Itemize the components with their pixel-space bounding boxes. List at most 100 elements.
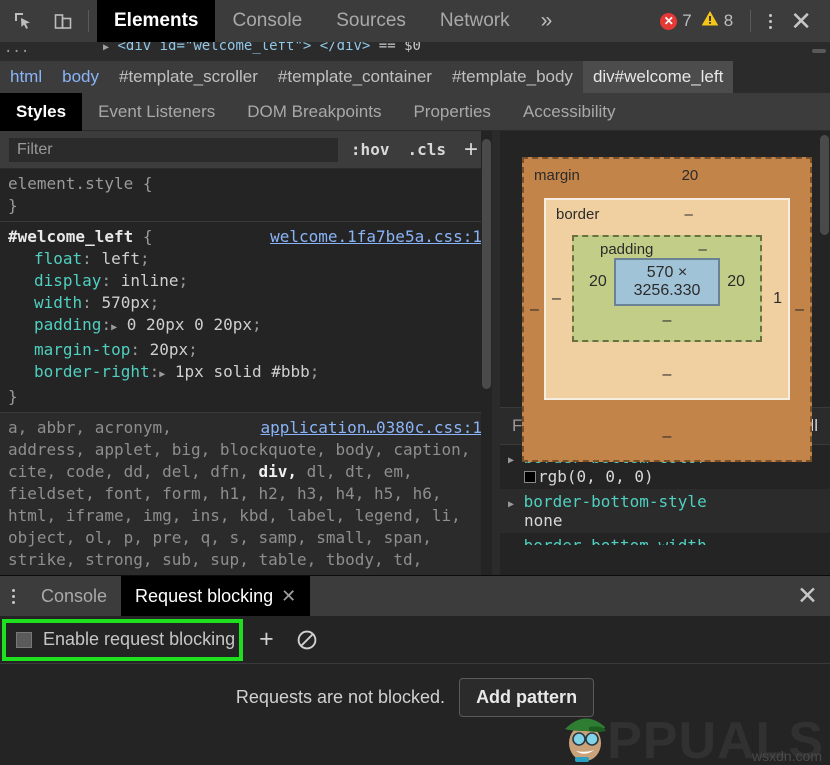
tab-dom-breakpoints[interactable]: DOM Breakpoints (231, 93, 397, 131)
css-selector-line[interactable]: cite, code, dd, del, dfn, div, dl, dt, e… (8, 461, 492, 483)
warning-count-badge[interactable]: 8 (701, 10, 733, 32)
breadcrumb-item-template-scroller[interactable]: #template_scroller (109, 61, 268, 93)
css-selector[interactable]: element.style (8, 174, 133, 193)
css-selector-line[interactable]: object, ol, p, pre, q, s, samp, small, s… (8, 527, 492, 549)
css-property-name[interactable]: display (34, 271, 101, 290)
tab-console[interactable]: Console (215, 0, 319, 42)
css-selector-line[interactable]: strike, strong, sub, sup, table, tbody, … (8, 549, 492, 571)
tab-network[interactable]: Network (423, 0, 527, 42)
tab-properties[interactable]: Properties (397, 93, 506, 131)
box-model-padding-left[interactable]: 20 (582, 273, 614, 291)
css-declaration[interactable]: border-right:▶ 1px solid #bbb; (8, 361, 492, 386)
css-property-name[interactable]: margin-top (34, 340, 130, 359)
drawer-tab-request-blocking[interactable]: Request blocking ✕ (121, 576, 310, 616)
inspect-element-icon[interactable] (6, 4, 40, 38)
box-model-border-top[interactable]: – (599, 206, 778, 223)
computed-scrollbar-thumb[interactable] (820, 135, 829, 235)
settings-kebab-icon[interactable] (759, 14, 782, 29)
box-model-border-right[interactable]: 1 (773, 290, 782, 308)
expand-triangle-icon[interactable]: ▶ (103, 42, 109, 53)
css-declaration[interactable]: width: 570px; (8, 292, 492, 314)
tab-styles[interactable]: Styles (0, 93, 82, 131)
tab-accessibility[interactable]: Accessibility (507, 93, 632, 131)
box-model-margin-left[interactable]: – (530, 301, 539, 319)
box-model-border-bottom[interactable]: – (556, 360, 778, 384)
css-property-value[interactable]: inline (121, 271, 179, 290)
css-property-value[interactable]: left (101, 249, 140, 268)
expand-triangle-icon[interactable]: ▶ (508, 455, 514, 466)
box-model-margin-right[interactable]: – (795, 301, 804, 319)
css-rule-reset[interactable]: application…0380c.css:1 a, abbr, acronym… (0, 412, 492, 575)
tab-event-listeners[interactable]: Event Listeners (82, 93, 231, 131)
css-property-value[interactable]: 20px (150, 340, 189, 359)
tab-elements[interactable]: Elements (97, 0, 215, 42)
box-model-margin-bottom[interactable]: – (534, 422, 800, 446)
box-model-padding-right[interactable]: 20 (720, 273, 752, 291)
color-swatch[interactable] (524, 471, 536, 483)
computed-property[interactable]: ▶ border-bottom-style none (500, 489, 830, 533)
css-selector-line[interactable]: address, applet, big, blockquote, body, … (8, 439, 492, 461)
enable-request-blocking-checkbox[interactable] (16, 632, 32, 648)
box-model-padding-top[interactable]: – (653, 241, 752, 258)
dom-scrollbar[interactable] (812, 49, 826, 53)
css-source-link[interactable]: welcome.1fa7be5a.css:1 (270, 226, 482, 248)
drawer-close-icon[interactable]: ✕ (785, 581, 830, 611)
box-model-margin[interactable]: margin 20 – – border – – 1 padding – (522, 157, 812, 462)
breadcrumb-item-html[interactable]: html (0, 61, 52, 93)
css-property-name[interactable]: width (34, 293, 82, 312)
css-selector-line[interactable]: html, iframe, img, ins, kbd, label, lege… (8, 505, 492, 527)
box-model-margin-top[interactable]: 20 (580, 167, 800, 184)
styles-filter-input[interactable]: Filter (8, 137, 339, 163)
box-model-padding[interactable]: padding – 20 570 × 3256.330 20 – (572, 235, 762, 342)
css-declaration[interactable]: float: left; (8, 248, 492, 270)
box-model-border-left[interactable]: – (552, 290, 561, 308)
breadcrumb-item-body[interactable]: body (52, 61, 109, 93)
drawer-tab-console[interactable]: Console (27, 576, 121, 616)
styles-scrollbar-thumb[interactable] (482, 139, 491, 389)
css-property-value[interactable]: 1px solid #bbb (175, 362, 310, 381)
css-declaration[interactable]: display: inline; (8, 270, 492, 292)
breadcrumb-item-template-container[interactable]: #template_container (268, 61, 442, 93)
css-rules-list: element.style { } #welcome_left { welcom… (0, 169, 492, 575)
pane-splitter[interactable] (492, 131, 500, 575)
css-declaration[interactable]: padding:▶ 0 20px 0 20px; (8, 314, 492, 339)
css-property-value[interactable]: 570px (101, 293, 149, 312)
css-source-link[interactable]: application…0380c.css:1 (260, 417, 482, 439)
expand-shorthand-icon[interactable]: ▶ (159, 369, 165, 380)
box-model-padding-bottom[interactable]: – (582, 306, 752, 330)
css-rule-welcome-left[interactable]: #welcome_left { welcome.1fa7be5a.css:1 f… (0, 221, 492, 412)
drawer-menu-icon[interactable] (0, 589, 27, 604)
hov-toggle-button[interactable]: :hov (345, 140, 396, 159)
error-count-badge[interactable]: ✕ 7 (660, 11, 691, 31)
tab-sources[interactable]: Sources (319, 0, 423, 42)
expand-triangle-icon[interactable]: ▶ (508, 543, 514, 545)
box-model-border[interactable]: border – – 1 padding – 20 570 × 3256.330 (544, 198, 790, 400)
css-selector-line[interactable]: fieldset, font, form, h1, h2, h3, h4, h5… (8, 483, 492, 505)
dom-selected-node[interactable]: ▶ <div id="welcome_left"> </div> == $0 (103, 42, 421, 54)
box-model-content-size[interactable]: 570 × 3256.330 (614, 258, 720, 306)
css-rule-element-style[interactable]: element.style { } (0, 169, 492, 221)
drawer-tab-bar: Console Request blocking ✕ ✕ (0, 576, 830, 616)
computed-pane-scrollbar[interactable] (819, 131, 830, 575)
more-tabs-button[interactable]: » (527, 9, 567, 33)
device-toolbar-icon[interactable] (46, 4, 80, 38)
css-property-name[interactable]: padding (34, 315, 101, 334)
cls-toggle-button[interactable]: .cls (401, 140, 452, 159)
breadcrumb-item-template-body[interactable]: #template_body (442, 61, 583, 93)
close-devtools-icon[interactable]: ✕ (782, 8, 820, 34)
css-property-name[interactable]: float (34, 249, 82, 268)
css-selector[interactable]: #welcome_left (8, 227, 133, 246)
css-property-value[interactable]: 0 20px 0 20px (127, 315, 252, 334)
drawer-tab-close-icon[interactable]: ✕ (281, 586, 296, 607)
expand-triangle-icon[interactable]: ▶ (508, 499, 514, 510)
add-pattern-button[interactable]: Add pattern (459, 678, 594, 717)
computed-property[interactable]: ▶ border-bottom-width (500, 533, 830, 545)
add-pattern-icon[interactable]: + (249, 627, 284, 652)
css-property-name[interactable]: border-right (34, 362, 150, 381)
styles-pane-scrollbar[interactable] (481, 131, 492, 575)
enable-request-blocking-toggle[interactable]: Enable request blocking (8, 624, 245, 655)
block-icon[interactable] (288, 629, 326, 651)
breadcrumb-item-welcome-left[interactable]: div#welcome_left (583, 61, 733, 93)
css-declaration[interactable]: margin-top: 20px; (8, 339, 492, 361)
expand-shorthand-icon[interactable]: ▶ (111, 322, 117, 333)
